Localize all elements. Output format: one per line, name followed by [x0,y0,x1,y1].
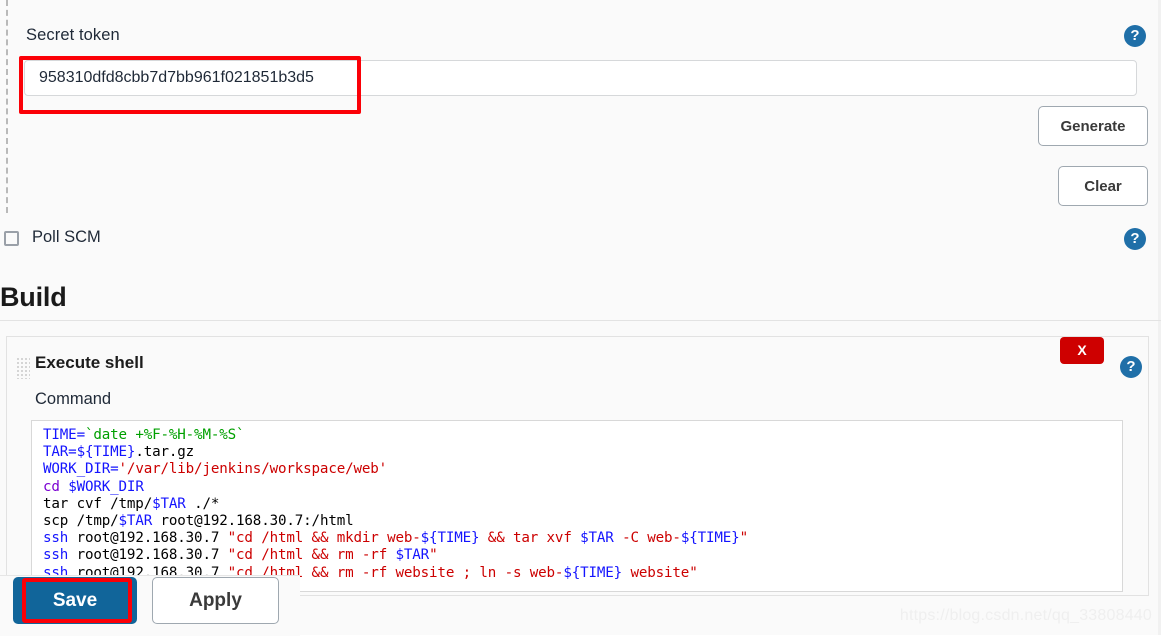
command-label: Command [35,390,112,408]
clear-token-button[interactable]: Clear [1058,166,1148,206]
command-editor-code[interactable]: TIME=`date +%F-%H-%M-%S` TAR=${TIME}.tar… [43,427,748,582]
secret-token-input[interactable] [24,60,1137,96]
save-button[interactable]: Save [13,577,137,624]
generate-token-button[interactable]: Generate [1038,106,1148,146]
drag-dots-icon[interactable] [16,357,30,379]
poll-scm-checkbox[interactable] [4,231,19,246]
delete-build-step-button[interactable]: X [1060,337,1104,364]
help-icon-execute-shell[interactable]: ? [1120,356,1142,378]
secret-token-label: Secret token [26,26,120,44]
poll-scm-row: Poll SCM [0,228,1161,252]
help-icon-secret-token[interactable]: ? [1124,25,1146,47]
build-section-divider [0,320,1161,321]
execute-shell-title: Execute shell [35,353,144,372]
jenkins-job-config-page: Secret token ? Generate Clear Poll SCM ?… [0,0,1161,636]
command-editor[interactable]: TIME=`date +%F-%H-%M-%S` TAR=${TIME}.tar… [31,420,1123,592]
apply-button[interactable]: Apply [152,577,279,624]
poll-scm-label: Poll SCM [32,228,101,246]
build-section-heading: Build [0,282,67,312]
execute-shell-panel: Execute shell X ? Command TIME=`date +%F… [6,336,1149,596]
watermark-text: https://blog.csdn.net/qq_33808440 [899,607,1152,624]
help-icon-poll-scm[interactable]: ? [1124,228,1146,250]
section-dashed-rail [6,0,8,213]
